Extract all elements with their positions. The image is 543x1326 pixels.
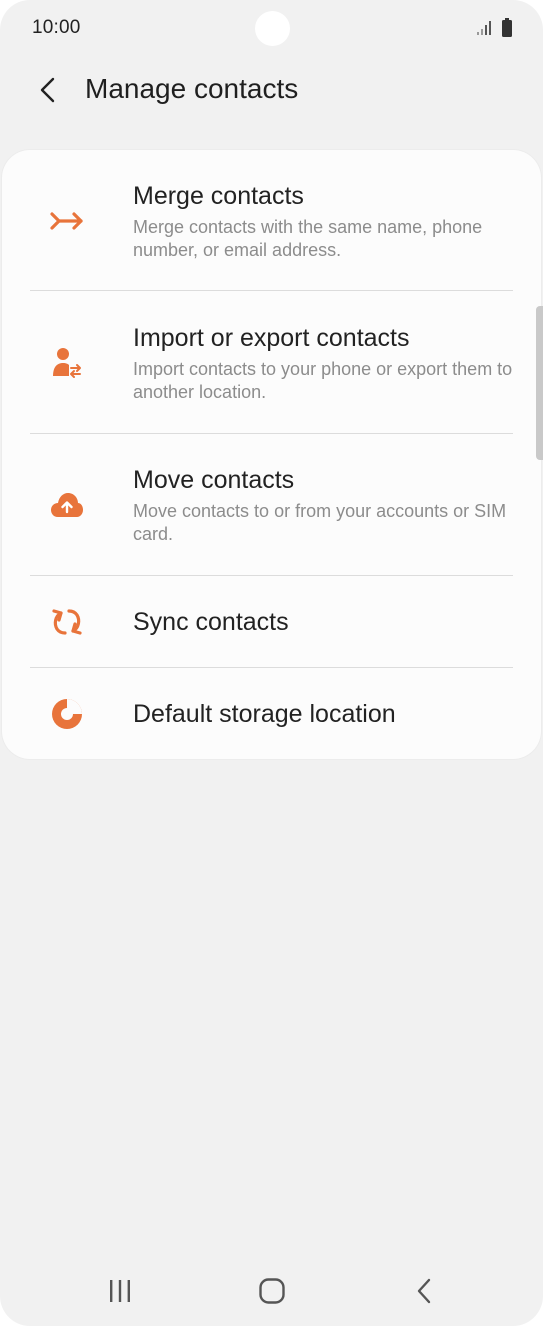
storage-pie-icon	[48, 695, 86, 733]
menu-item-import-export-contacts[interactable]: Import or export contacts Import contact…	[2, 291, 541, 433]
home-icon	[259, 1278, 285, 1304]
navigation-bar	[0, 1252, 543, 1326]
settings-card: Merge contacts Merge contacts with the s…	[2, 150, 541, 759]
import-export-person-icon	[48, 344, 86, 382]
home-button[interactable]	[242, 1266, 302, 1316]
app-bar: Manage contacts	[0, 56, 543, 126]
item-title: Sync contacts	[133, 608, 289, 636]
menu-item-sync-contacts[interactable]: Sync contacts	[2, 576, 541, 667]
chevron-left-icon	[40, 77, 55, 103]
merge-icon	[48, 202, 86, 240]
back-button[interactable]	[28, 70, 68, 110]
edge-panel-handle[interactable]	[536, 306, 543, 460]
menu-item-merge-contacts[interactable]: Merge contacts Merge contacts with the s…	[2, 150, 541, 290]
page-title: Manage contacts	[85, 73, 299, 104]
camera-cutout	[255, 11, 290, 46]
item-description: Import contacts to your phone or export …	[133, 359, 513, 402]
item-description: Merge contacts with the same name, phone…	[133, 217, 483, 260]
status-bar: 10:00	[0, 0, 543, 56]
item-title: Move contacts	[133, 466, 295, 494]
back-nav-button[interactable]	[394, 1266, 454, 1316]
signal-icon	[477, 21, 491, 35]
item-title: Merge contacts	[133, 182, 304, 210]
item-title: Import or export contacts	[133, 324, 410, 352]
item-description: Move contacts to or from your accounts o…	[133, 501, 507, 544]
item-title: Default storage location	[133, 700, 396, 728]
sync-icon	[48, 603, 86, 641]
battery-icon	[502, 18, 512, 37]
cloud-upload-icon	[48, 486, 86, 524]
menu-item-default-storage-location[interactable]: Default storage location	[2, 668, 541, 759]
recents-icon	[110, 1280, 130, 1302]
back-nav-icon	[417, 1278, 431, 1304]
status-time: 10:00	[32, 17, 81, 38]
recents-button[interactable]	[90, 1266, 150, 1316]
menu-item-move-contacts[interactable]: Move contacts Move contacts to or from y…	[2, 434, 541, 575]
phone-screen: 10:00 Manage contacts Merge contacts Mer…	[0, 0, 543, 1326]
